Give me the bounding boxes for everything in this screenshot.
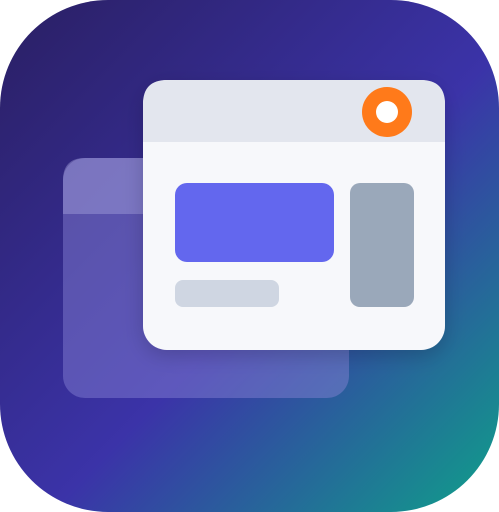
text-line: [175, 280, 279, 307]
app-window-icon: [0, 0, 499, 512]
app-icon: [0, 0, 499, 512]
status-dot-icon: [362, 87, 412, 137]
hero-block: [175, 183, 334, 262]
side-panel: [350, 183, 414, 307]
